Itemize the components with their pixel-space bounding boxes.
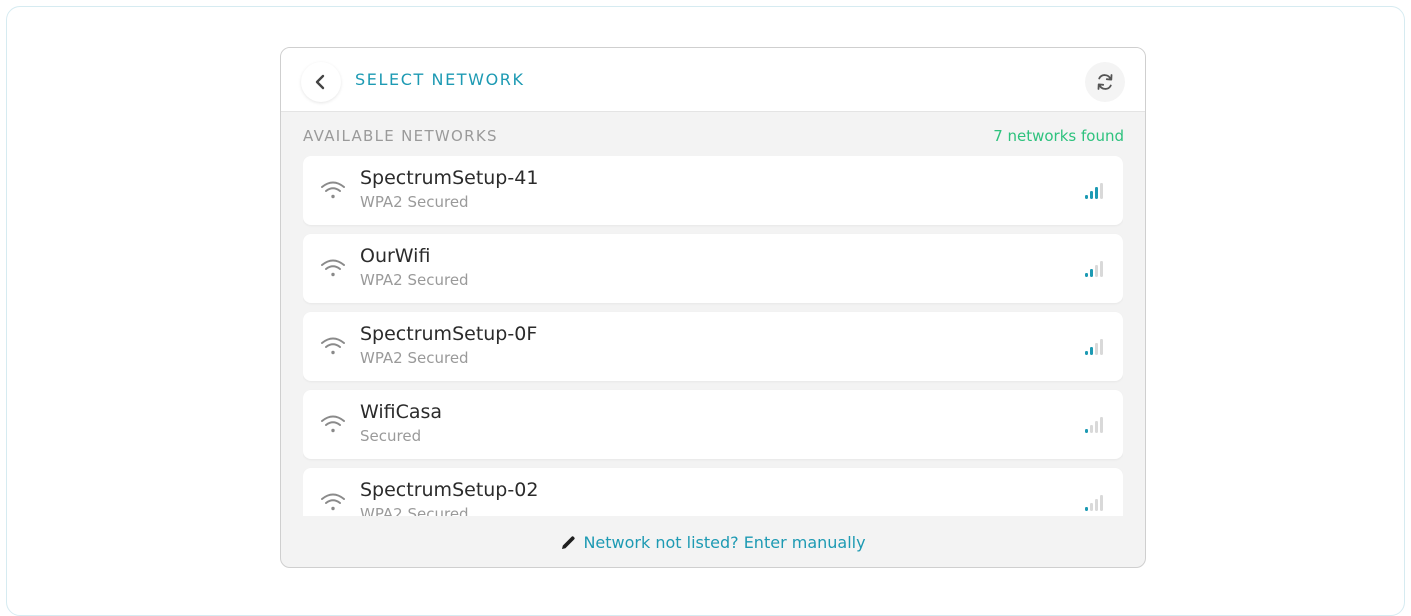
network-item[interactable]: WifiCasa Secured bbox=[303, 390, 1123, 459]
signal-bar bbox=[1090, 347, 1093, 355]
signal-bar bbox=[1085, 273, 1088, 277]
refresh-button[interactable] bbox=[1085, 62, 1125, 102]
network-security: WPA2 Secured bbox=[360, 505, 469, 516]
network-item[interactable]: OurWifi WPA2 Secured bbox=[303, 234, 1123, 303]
signal-strength-icon bbox=[1085, 339, 1103, 355]
networks-count: 7 networks found bbox=[993, 127, 1124, 145]
signal-bar bbox=[1085, 429, 1088, 433]
network-security: Secured bbox=[360, 427, 422, 445]
enter-manually-link[interactable]: Network not listed? Enter manually bbox=[560, 532, 866, 552]
network-ssid: SpectrumSetup-02 bbox=[360, 479, 539, 501]
refresh-icon bbox=[1097, 74, 1113, 90]
signal-bar bbox=[1090, 269, 1093, 277]
network-ssid: SpectrumSetup-41 bbox=[360, 167, 539, 189]
wifi-icon bbox=[321, 337, 345, 355]
network-item[interactable]: SpectrumSetup-41 WPA2 Secured bbox=[303, 156, 1123, 225]
signal-bar bbox=[1100, 495, 1103, 511]
chevron-left-icon bbox=[315, 74, 325, 90]
network-select-panel: SELECT NETWORK AVAILABLE NETWORKS 7 netw… bbox=[280, 47, 1146, 568]
network-ssid: OurWifi bbox=[360, 245, 431, 267]
network-ssid: WifiCasa bbox=[360, 401, 443, 423]
signal-bar bbox=[1100, 261, 1103, 277]
page-frame: SELECT NETWORK AVAILABLE NETWORKS 7 netw… bbox=[6, 6, 1405, 616]
signal-bar bbox=[1100, 339, 1103, 355]
network-security: WPA2 Secured bbox=[360, 193, 469, 211]
wifi-icon bbox=[321, 415, 345, 433]
signal-bar bbox=[1100, 183, 1103, 199]
signal-bar bbox=[1095, 187, 1098, 199]
signal-bar bbox=[1095, 421, 1098, 433]
wifi-icon bbox=[321, 259, 345, 277]
signal-bar bbox=[1100, 417, 1103, 433]
panel-header: SELECT NETWORK bbox=[281, 48, 1145, 112]
signal-bar bbox=[1085, 351, 1088, 355]
signal-bar bbox=[1095, 265, 1098, 277]
signal-bar bbox=[1090, 503, 1093, 511]
signal-bar bbox=[1085, 507, 1088, 511]
pencil-icon bbox=[562, 535, 576, 549]
signal-strength-icon bbox=[1085, 495, 1103, 511]
signal-bar bbox=[1095, 499, 1098, 511]
wifi-icon bbox=[321, 181, 345, 199]
network-security: WPA2 Secured bbox=[360, 271, 469, 289]
back-button[interactable] bbox=[301, 62, 341, 102]
network-list: SpectrumSetup-41 WPA2 Secured OurWifi WP… bbox=[303, 156, 1123, 516]
available-networks-label: AVAILABLE NETWORKS bbox=[303, 127, 498, 145]
signal-strength-icon bbox=[1085, 183, 1103, 199]
network-item[interactable]: SpectrumSetup-02 WPA2 Secured bbox=[303, 468, 1123, 516]
panel-footer: Network not listed? Enter manually bbox=[281, 516, 1145, 567]
signal-bar bbox=[1090, 425, 1093, 433]
wifi-icon bbox=[321, 493, 345, 511]
signal-strength-icon bbox=[1085, 261, 1103, 277]
enter-manually-label: Network not listed? Enter manually bbox=[583, 532, 866, 552]
signal-strength-icon bbox=[1085, 417, 1103, 433]
signal-bar bbox=[1090, 191, 1093, 199]
signal-bar bbox=[1085, 195, 1088, 199]
network-ssid: SpectrumSetup-0F bbox=[360, 323, 538, 345]
network-security: WPA2 Secured bbox=[360, 349, 469, 367]
page-title: SELECT NETWORK bbox=[355, 70, 525, 89]
network-item[interactable]: SpectrumSetup-0F WPA2 Secured bbox=[303, 312, 1123, 381]
signal-bar bbox=[1095, 343, 1098, 355]
